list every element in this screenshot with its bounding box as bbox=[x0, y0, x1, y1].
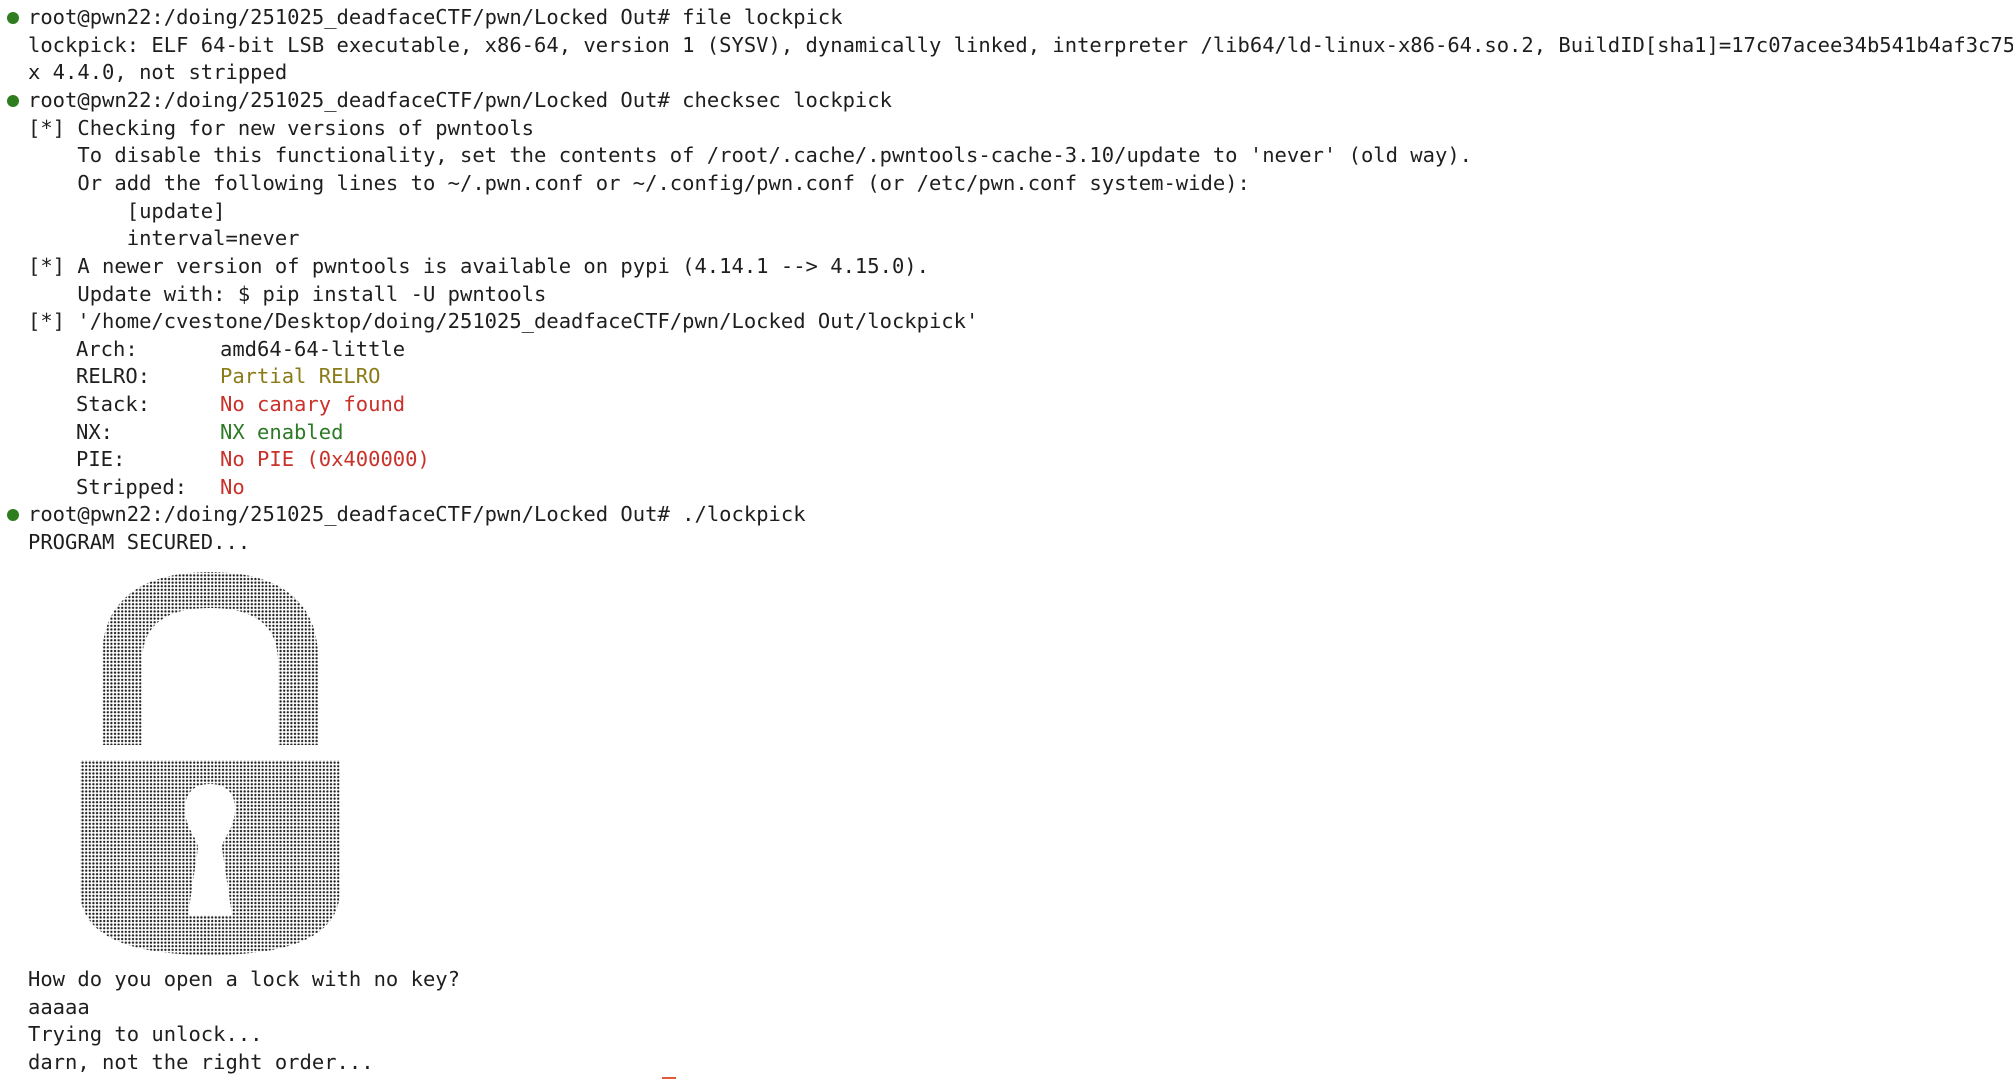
command-text: ./lockpick bbox=[682, 502, 806, 526]
output-line: darn, not the right order... bbox=[28, 1050, 374, 1074]
checksec-value: amd64-64-little bbox=[220, 337, 406, 361]
output-line: Update with: $ pip install -U pwntools bbox=[28, 282, 547, 306]
output-line: How do you open a lock with no key? bbox=[28, 967, 460, 991]
output-line: interval=never bbox=[28, 226, 300, 250]
terminal-output[interactable]: root@pwn22:/doing/251025_deadfaceCTF/pwn… bbox=[0, 0, 2013, 1080]
command-text: checksec lockpick bbox=[682, 88, 892, 112]
output-line: [*] Checking for new versions of pwntool… bbox=[28, 116, 535, 140]
output-line: x 4.4.0, not stripped bbox=[28, 60, 288, 84]
command-text: file lockpick bbox=[682, 5, 843, 29]
prompt-text: root@pwn22:/doing/251025_deadfaceCTF/pwn… bbox=[28, 88, 670, 112]
prompt-status-dot bbox=[7, 95, 19, 107]
output-line: [*] '/home/cvestone/Desktop/doing/251025… bbox=[28, 309, 979, 333]
checksec-key: PIE: bbox=[76, 447, 126, 471]
checksec-key: Arch: bbox=[76, 337, 138, 361]
text-cursor bbox=[662, 1077, 676, 1079]
prompt-line: root@pwn22:/doing/251025_deadfaceCTF/pwn… bbox=[28, 4, 843, 32]
output-line: lockpick: ELF 64-bit LSB executable, x86… bbox=[28, 33, 2013, 57]
output-line: PROGRAM SECURED... bbox=[28, 530, 251, 554]
output-line: [update] bbox=[28, 199, 226, 223]
padlock-body bbox=[80, 760, 340, 955]
prompt-line: root@pwn22:/doing/251025_deadfaceCTF/pwn… bbox=[28, 501, 806, 529]
prompt-text: root@pwn22:/doing/251025_deadfaceCTF/pwn… bbox=[28, 502, 670, 526]
output-line: Or add the following lines to ~/.pwn.con… bbox=[28, 171, 1250, 195]
prompt-status-dot bbox=[7, 12, 19, 24]
prompt-text: root@pwn22:/doing/251025_deadfaceCTF/pwn… bbox=[28, 5, 670, 29]
prompt-status-dot bbox=[7, 509, 19, 521]
prompt-line: root@pwn22:/doing/251025_deadfaceCTF/pwn… bbox=[28, 87, 892, 115]
user-input-line: aaaaa bbox=[28, 995, 90, 1019]
output-line: To disable this functionality, set the c… bbox=[28, 143, 1473, 167]
checksec-value: No PIE (0x400000) bbox=[220, 447, 430, 471]
checksec-key: Stack: bbox=[76, 392, 151, 416]
checksec-value: Partial RELRO bbox=[220, 364, 381, 388]
checksec-key: Stripped: bbox=[76, 475, 188, 499]
checksec-value: No bbox=[220, 475, 245, 499]
output-line: [*] A newer version of pwntools is avail… bbox=[28, 254, 929, 278]
padlock-shackle bbox=[102, 572, 318, 745]
checksec-key: RELRO: bbox=[76, 364, 151, 388]
padlock-ascii-art bbox=[80, 572, 340, 955]
checksec-value: NX enabled bbox=[220, 420, 344, 444]
output-line: Trying to unlock... bbox=[28, 1022, 263, 1046]
checksec-key: NX: bbox=[76, 420, 114, 444]
checksec-value: No canary found bbox=[220, 392, 406, 416]
